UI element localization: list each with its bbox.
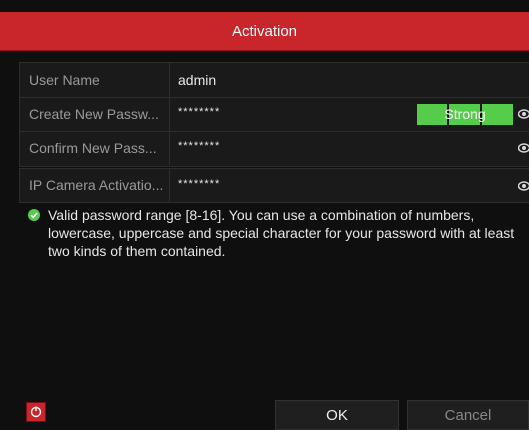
user-name-label: User Name bbox=[20, 63, 170, 97]
ok-button[interactable]: OK bbox=[275, 400, 399, 430]
checkmark-circle-icon bbox=[28, 209, 40, 221]
confirm-password-input[interactable]: ******** bbox=[170, 131, 529, 165]
eye-icon[interactable] bbox=[518, 180, 529, 192]
password-strength-meter: Strong bbox=[417, 104, 513, 125]
user-name-value: admin bbox=[178, 72, 217, 88]
new-password-label: Create New Passw... bbox=[20, 97, 170, 131]
ip-camera-password-row: IP Camera Activatio... ******** bbox=[20, 169, 529, 202]
eye-icon[interactable] bbox=[518, 142, 529, 154]
confirm-password-label: Confirm New Pass... bbox=[20, 131, 170, 165]
eye-icon[interactable] bbox=[518, 108, 529, 120]
power-icon bbox=[30, 406, 42, 418]
credentials-panel: User Name admin Create New Passw... ****… bbox=[19, 62, 529, 167]
new-password-row: Create New Passw... ******** Strong bbox=[20, 97, 529, 132]
cancel-button[interactable]: Cancel bbox=[407, 400, 529, 430]
ip-camera-panel: IP Camera Activatio... ******** bbox=[19, 168, 529, 203]
ip-camera-password-label: IP Camera Activatio... bbox=[20, 169, 170, 202]
power-button[interactable] bbox=[26, 402, 46, 422]
password-strength-label: Strong bbox=[444, 106, 486, 122]
user-name-row: User Name admin bbox=[20, 63, 529, 98]
dialog-title: Activation bbox=[0, 12, 529, 51]
activation-dialog: Activation User Name admin Create New Pa… bbox=[0, 0, 529, 430]
confirm-password-row: Confirm New Pass... ******** bbox=[20, 131, 529, 165]
password-hint-text: Valid password range [8-16]. You can use… bbox=[48, 207, 515, 259]
ip-camera-password-input[interactable]: ******** bbox=[170, 169, 529, 203]
